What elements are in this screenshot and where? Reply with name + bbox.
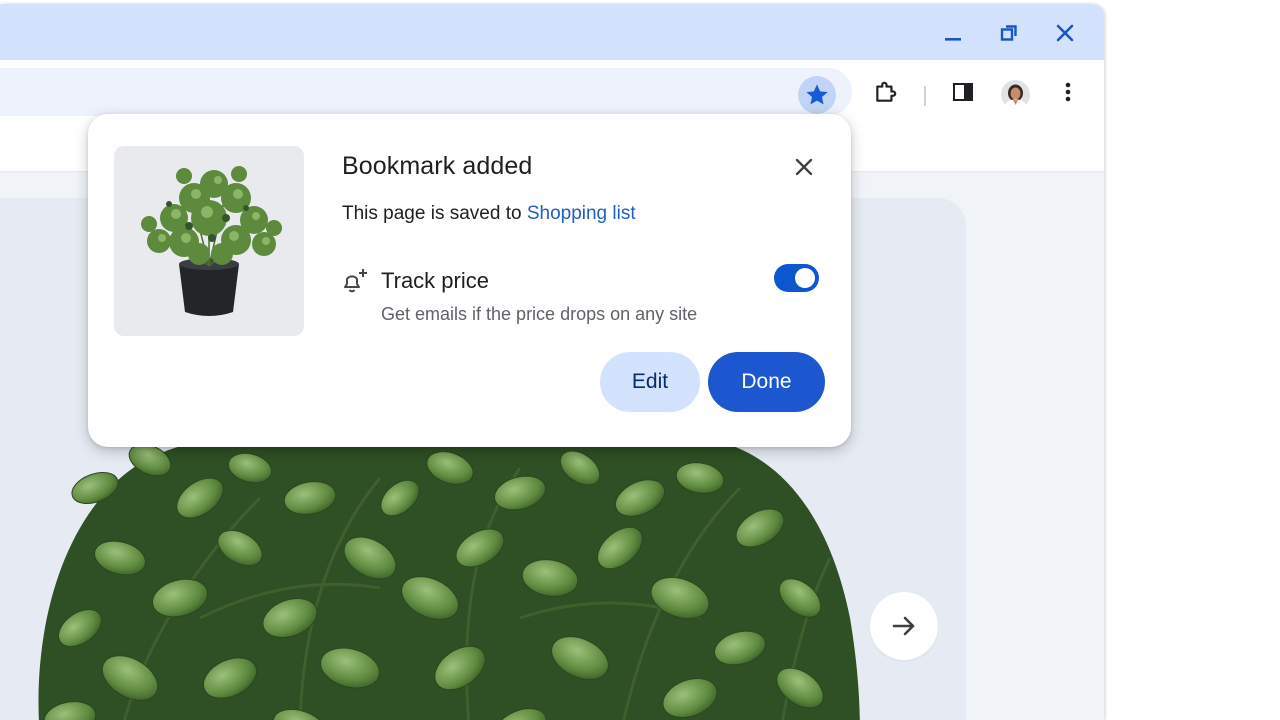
minimize-button[interactable] (938, 18, 968, 48)
saved-prefix: This page is saved to (342, 203, 527, 224)
profile-photo-icon (1001, 80, 1030, 109)
toolbar-divider (924, 86, 926, 106)
side-panel-button[interactable] (947, 76, 979, 108)
bookmark-star-button[interactable] (798, 76, 836, 114)
track-price-title: Track price (381, 268, 489, 293)
minimize-icon (945, 38, 961, 41)
bookmark-added-dialog: Bookmark added This page is saved to Sho… (88, 114, 851, 447)
close-window-button[interactable] (1050, 18, 1080, 48)
menu-button[interactable] (1052, 76, 1084, 108)
done-button[interactable]: Done (708, 352, 825, 412)
close-icon (1056, 24, 1074, 42)
side-panel-icon (953, 83, 973, 101)
extensions-button[interactable] (870, 76, 902, 108)
toggle-knob (795, 268, 815, 288)
track-price-toggle[interactable] (774, 264, 819, 292)
restore-button[interactable] (994, 18, 1024, 48)
puzzle-icon (876, 81, 897, 102)
restore-icon (1000, 25, 1017, 41)
bell-add-icon (344, 269, 367, 293)
plant-thumbnail-image (141, 166, 282, 316)
star-filled-icon (806, 84, 828, 105)
next-image-button[interactable] (870, 592, 938, 660)
avatar[interactable] (1001, 80, 1030, 109)
dialog-title: Bookmark added (342, 152, 533, 180)
product-thumbnail (114, 146, 304, 336)
address-bar[interactable] (0, 68, 852, 116)
dialog-close-button[interactable] (787, 150, 821, 184)
title-bar (0, 4, 1104, 60)
close-icon (795, 158, 813, 176)
toolbar (0, 60, 1104, 116)
edit-button[interactable]: Edit (600, 352, 700, 412)
shopping-list-link[interactable]: Shopping list (527, 203, 636, 224)
kebab-menu-icon (1065, 82, 1071, 102)
track-price-description: Get emails if the price drops on any sit… (381, 304, 698, 324)
arrow-right-icon (892, 616, 915, 636)
saved-location-text: This page is saved to Shopping list (342, 203, 636, 225)
